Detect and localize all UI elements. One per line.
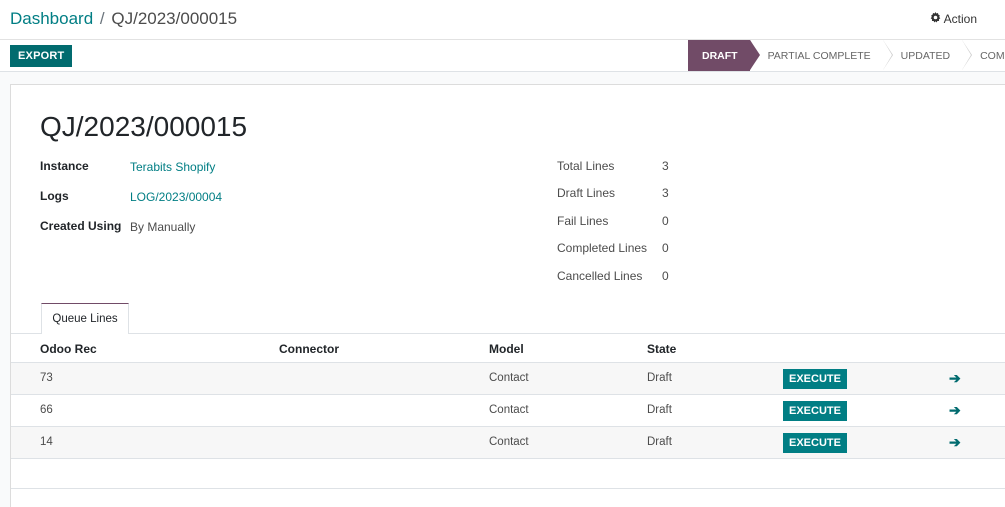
stage-updated[interactable]: UPDATED (882, 40, 973, 71)
breadcrumb-current: QJ/2023/000015 (111, 9, 238, 28)
stage-label: DRAFT (702, 49, 738, 62)
breadcrumb-dashboard-link[interactable]: Dashboard (10, 9, 93, 28)
table-footer-divider (11, 488, 1005, 489)
cell-state: Draft (647, 372, 672, 384)
column-header-state[interactable]: State (647, 342, 676, 356)
created-using-value: By Manually (130, 220, 196, 234)
stage-partial-complete[interactable]: PARTIAL COMPLETE (749, 40, 893, 71)
action-menu-button[interactable]: Action (930, 12, 977, 26)
draft-lines-value: 3 (662, 186, 669, 200)
instance-value-link[interactable]: Terabits Shopify (130, 160, 215, 174)
action-label: Action (943, 12, 977, 26)
tab-label: Queue Lines (52, 313, 118, 325)
column-header-connector[interactable]: Connector (279, 342, 339, 356)
completed-lines-value: 0 (662, 241, 669, 255)
cell-model: Contact (489, 436, 529, 448)
breadcrumb-bar: Dashboard / QJ/2023/000015 Action (0, 0, 1005, 40)
stage-label: COMPLETE (980, 49, 1005, 62)
cell-state: Draft (647, 436, 672, 448)
status-bar: DRAFT PARTIAL COMPLETE UPDATED COMPLETE (688, 40, 1005, 72)
record-title: QJ/2023/000015 (40, 111, 248, 142)
logs-label: Logs (40, 189, 69, 203)
open-record-arrow-icon[interactable]: ➔ (949, 370, 961, 387)
column-header-model[interactable]: Model (489, 342, 524, 356)
stage-label: PARTIAL COMPLETE (767, 49, 871, 62)
cell-odoo-rec: 14 (40, 436, 53, 448)
instance-label: Instance (40, 159, 89, 173)
cell-odoo-rec: 73 (40, 372, 53, 384)
stage-draft[interactable]: DRAFT (688, 40, 760, 71)
fail-lines-label: Fail Lines (557, 214, 609, 228)
column-header-odoo-rec[interactable]: Odoo Rec (40, 342, 97, 356)
created-using-label: Created Using (40, 219, 122, 233)
open-record-arrow-icon[interactable]: ➔ (949, 402, 961, 419)
cancelled-lines-value: 0 (662, 269, 669, 283)
open-record-arrow-icon[interactable]: ➔ (949, 434, 961, 451)
cell-state: Draft (647, 404, 672, 416)
table-row[interactable]: 73 Contact Draft EXECUTE ➔ (11, 363, 1005, 395)
table-row[interactable]: 66 Contact Draft EXECUTE ➔ (11, 395, 1005, 427)
form-sheet: QJ/2023/000015 Instance Terabits Shopify… (10, 84, 1005, 507)
execute-button[interactable]: EXECUTE (783, 401, 847, 421)
table-row[interactable]: 14 Contact Draft EXECUTE ➔ (11, 427, 1005, 459)
fail-lines-value: 0 (662, 214, 669, 228)
export-button[interactable]: EXPORT (10, 45, 73, 67)
cell-model: Contact (489, 372, 529, 384)
cell-odoo-rec: 66 (40, 404, 53, 416)
draft-lines-label: Draft Lines (557, 186, 616, 200)
total-lines-value: 3 (662, 159, 669, 173)
execute-button[interactable]: EXECUTE (783, 433, 847, 453)
cancelled-lines-label: Cancelled Lines (557, 269, 643, 283)
completed-lines-label: Completed Lines (557, 241, 648, 255)
table-header: Odoo Rec Connector Model State (11, 334, 1005, 363)
gear-icon (930, 12, 941, 26)
breadcrumb-separator: / (99, 9, 105, 28)
logs-value-link[interactable]: LOG/2023/00004 (130, 190, 222, 204)
stage-label: UPDATED (900, 49, 951, 62)
control-bar: EXPORT DRAFT PARTIAL COMPLETE UPDATED CO… (0, 40, 1005, 72)
execute-button[interactable]: EXECUTE (783, 369, 847, 389)
tab-queue-lines[interactable]: Queue Lines (41, 303, 129, 334)
cell-model: Contact (489, 404, 529, 416)
queue-lines-table: Odoo Rec Connector Model State 73 Contac… (11, 334, 1005, 459)
total-lines-label: Total Lines (557, 159, 615, 173)
breadcrumb: Dashboard / QJ/2023/000015 (10, 9, 237, 29)
